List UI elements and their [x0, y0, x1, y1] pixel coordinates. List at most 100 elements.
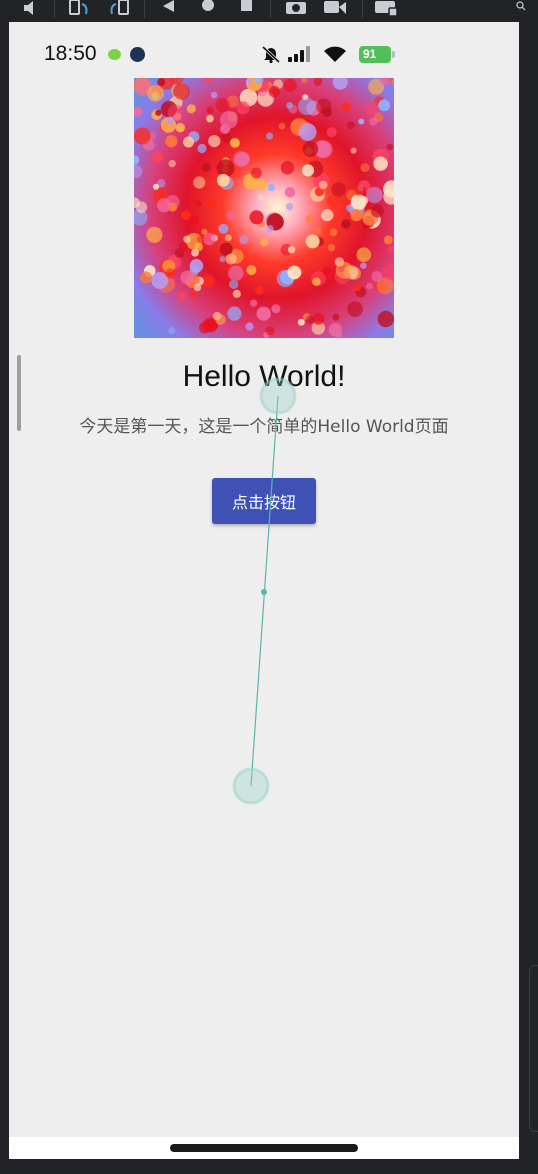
status-time: 18:50: [44, 42, 97, 65]
toolbar-divider: [362, 0, 363, 18]
paint-dab: [255, 286, 264, 295]
click-button[interactable]: 点击按钮: [212, 478, 316, 524]
volume-icon[interactable]: [22, 0, 40, 16]
paint-dab: [305, 214, 315, 224]
paint-dab: [278, 122, 286, 130]
paint-dab: [360, 163, 370, 173]
paint-dab: [373, 156, 388, 171]
paint-dab: [327, 243, 336, 252]
paint-dab: [219, 111, 238, 129]
paint-dab: [341, 102, 352, 112]
paint-dab: [286, 102, 293, 109]
paint-dab: [215, 98, 230, 113]
paint-dab: [230, 138, 240, 148]
paint-dab: [331, 182, 346, 197]
paint-dab: [175, 123, 185, 133]
wifi-icon: [324, 46, 346, 62]
paint-dab: [326, 127, 337, 138]
paint-dab: [216, 173, 230, 187]
keyboard-icon[interactable]: [374, 0, 398, 16]
paint-dab: [155, 109, 162, 116]
toolbar-divider: [144, 0, 145, 18]
paint-dab: [322, 266, 332, 276]
paint-dab: [314, 227, 322, 235]
paint-dab: [265, 326, 275, 336]
paint-dab: [266, 225, 274, 233]
battery-tip: [392, 51, 395, 58]
paint-dab: [302, 141, 319, 157]
paint-dab: [206, 106, 214, 114]
paint-dab: [312, 312, 325, 325]
paint-dab: [366, 282, 373, 290]
paint-dab: [146, 226, 163, 243]
paint-dab: [260, 238, 269, 247]
app-icon: [130, 47, 145, 62]
paint-dab: [297, 97, 316, 116]
paint-dab: [297, 318, 305, 326]
rotate-right-icon[interactable]: [108, 0, 130, 16]
phone-screen: 18:50 91 Hello World! 今天是第一天，这是一个简单的Hell…: [9, 22, 519, 1137]
paint-dab: [166, 116, 174, 125]
paint-dab: [232, 289, 241, 298]
hero-painting: [134, 78, 394, 338]
home-icon[interactable]: [200, 0, 216, 16]
paint-dab: [316, 98, 332, 114]
search-icon[interactable]: [512, 0, 534, 16]
paint-dab: [195, 200, 202, 207]
paint-dab: [353, 185, 365, 196]
paint-dab: [383, 235, 393, 245]
paint-dab: [386, 143, 394, 151]
paint-dab: [271, 304, 281, 314]
paint-dab: [202, 163, 211, 173]
bell-off-icon: [261, 45, 281, 64]
paint-dab: [168, 159, 176, 168]
paint-dab: [257, 194, 264, 201]
paint-dab: [283, 78, 297, 92]
overview-icon[interactable]: [240, 0, 254, 16]
paint-dab: [256, 306, 271, 321]
paint-dab: [206, 114, 214, 123]
home-indicator[interactable]: [170, 1144, 358, 1152]
paint-dab: [305, 234, 320, 249]
paint-dab: [318, 180, 328, 190]
paint-dab: [203, 232, 216, 246]
paint-dab: [245, 78, 253, 85]
paint-dab: [301, 164, 315, 177]
paint-dab: [285, 202, 294, 211]
paint-dab: [329, 228, 338, 236]
paint-dab: [246, 265, 257, 276]
paint-dab: [326, 195, 339, 208]
paint-dab: [236, 101, 250, 115]
paint-dab: [165, 268, 176, 279]
paint-dab: [221, 133, 232, 143]
paint-dab: [210, 91, 218, 99]
paint-dab: [207, 200, 217, 210]
paint-dab: [356, 247, 372, 262]
signal-icon: [288, 46, 310, 62]
paint-dab: [266, 132, 274, 140]
hero-image: [134, 78, 394, 338]
paint-dab: [165, 135, 178, 148]
paint-dab: [181, 210, 191, 221]
paint-dab: [218, 223, 229, 234]
touch-mid-marker: [261, 589, 267, 595]
paint-dab: [199, 322, 211, 334]
paint-dab: [215, 314, 226, 325]
paint-dab: [193, 176, 206, 189]
rotate-left-icon[interactable]: [68, 0, 90, 16]
screenshot-icon[interactable]: [285, 0, 307, 16]
side-panel-handle[interactable]: [529, 965, 538, 1132]
paint-dab: [194, 242, 204, 252]
paint-dab: [350, 209, 363, 222]
paint-dab: [370, 204, 384, 218]
back-icon[interactable]: [160, 0, 176, 16]
paint-dab: [366, 186, 383, 204]
paint-dab: [189, 215, 200, 226]
paint-dab: [350, 147, 357, 154]
touch-trace-line: [250, 395, 279, 787]
paint-dab: [228, 265, 244, 281]
paint-dab: [328, 323, 343, 337]
paint-dab: [346, 121, 355, 130]
record-icon[interactable]: [323, 0, 347, 16]
paint-dab: [157, 198, 171, 213]
